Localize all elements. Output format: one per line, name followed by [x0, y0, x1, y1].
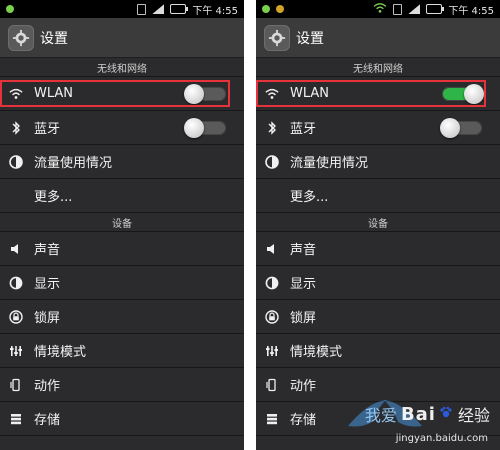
toggle-knob [184, 83, 204, 104]
section-header-wireless: 无线和网络 [256, 58, 500, 77]
settings-item-display[interactable]: 显示 [256, 266, 500, 300]
signal-icon [408, 4, 420, 14]
motion-icon [264, 377, 280, 393]
status-bar: 下午 4:55 [0, 0, 244, 18]
app-title-bar: 设置 [0, 18, 244, 58]
wlan-toggle-switch[interactable] [184, 83, 226, 104]
settings-item-label: 声音 [290, 243, 317, 258]
section-header-device: 设备 [256, 213, 500, 232]
settings-item-label: 情境模式 [290, 345, 343, 360]
settings-item-label: 流量使用情况 [290, 156, 369, 171]
section-header-wireless: 无线和网络 [0, 58, 244, 77]
section-header-device: 设备 [0, 213, 244, 232]
battery-icon [170, 4, 189, 14]
status-time: 下午 4:55 [192, 5, 238, 17]
watermark-suffix: 经验 [457, 406, 490, 425]
settings-item-scenario[interactable]: 情境模式 [0, 334, 244, 368]
settings-item-data-usage[interactable]: 流量使用情况 [0, 145, 244, 179]
settings-item-label: 显示 [34, 277, 61, 292]
notification-dot-icon [276, 5, 284, 13]
bluetooth-icon [8, 120, 24, 136]
settings-item-lockscreen[interactable]: 锁屏 [0, 300, 244, 334]
data-usage-icon [8, 154, 24, 170]
settings-item-label: 流量使用情况 [34, 156, 113, 171]
settings-item-sound[interactable]: 声音 [256, 232, 500, 266]
settings-item-wlan[interactable]: WLAN [0, 77, 244, 111]
bluetooth-toggle-switch[interactable] [440, 117, 482, 138]
storage-icon [8, 411, 24, 427]
page-title: 设置 [296, 30, 324, 47]
lock-icon [264, 309, 280, 325]
motion-icon [8, 377, 24, 393]
settings-item-motion[interactable]: 动作 [0, 368, 244, 402]
watermark-brand: Bai [400, 403, 436, 425]
storage-icon [264, 411, 280, 427]
sound-icon [264, 241, 280, 257]
settings-item-display[interactable]: 显示 [0, 266, 244, 300]
signal-icon [152, 4, 164, 14]
settings-item-label: 锁屏 [34, 311, 61, 326]
settings-screen-right: 下午 4:55 设置 无线和网络 WLAN 蓝牙 流量使用情况 更多... 设备… [256, 0, 500, 450]
settings-item-storage[interactable]: 存储 [0, 402, 244, 436]
toggle-knob [184, 117, 204, 138]
settings-item-data-usage[interactable]: 流量使用情况 [256, 145, 500, 179]
lock-icon [8, 309, 24, 325]
settings-item-more[interactable]: 更多... [0, 179, 244, 213]
settings-item-label: 存储 [34, 413, 61, 428]
settings-item-label: 情境模式 [34, 345, 87, 360]
wifi-status-icon [373, 2, 387, 16]
status-time: 下午 4:55 [448, 5, 494, 17]
settings-item-label: 更多... [34, 190, 73, 205]
watermark-cn: 我爱 [364, 406, 397, 425]
display-icon [8, 275, 24, 291]
settings-item-label: 显示 [290, 277, 317, 292]
notification-dot-icon [262, 5, 270, 13]
status-bar: 下午 4:55 [256, 0, 500, 18]
settings-item-label: 声音 [34, 243, 61, 258]
settings-item-label: 更多... [290, 190, 329, 205]
settings-item-label: WLAN [290, 86, 330, 101]
sliders-icon [8, 343, 24, 359]
settings-item-label: 蓝牙 [290, 122, 317, 137]
settings-item-bluetooth[interactable]: 蓝牙 [0, 111, 244, 145]
notification-dot-icon [6, 5, 14, 13]
settings-item-label: 蓝牙 [34, 122, 61, 137]
settings-item-sound[interactable]: 声音 [0, 232, 244, 266]
settings-gear-icon[interactable] [264, 24, 290, 51]
toggle-knob [440, 117, 460, 138]
settings-gear-icon[interactable] [8, 24, 34, 51]
settings-item-scenario[interactable]: 情境模式 [256, 334, 500, 368]
settings-screen-left: 下午 4:55 设置 无线和网络 WLAN 蓝牙 流量使用情况 更多... 设备… [0, 0, 244, 450]
toggle-knob [464, 83, 484, 104]
bluetooth-toggle-switch[interactable] [184, 117, 226, 138]
bluetooth-icon [264, 120, 280, 136]
app-title-bar: 设置 [256, 18, 500, 58]
sim-icon [137, 3, 147, 15]
settings-item-label: 锁屏 [290, 311, 317, 326]
wlan-toggle-switch[interactable] [442, 83, 484, 104]
settings-item-label: 动作 [34, 379, 61, 394]
sound-icon [8, 241, 24, 257]
display-icon [264, 275, 280, 291]
data-usage-icon [264, 154, 280, 170]
screenshot-root: 下午 4:55 设置 无线和网络 WLAN 蓝牙 流量使用情况 更多... 设备… [0, 0, 500, 450]
battery-icon [426, 4, 445, 14]
settings-item-wlan[interactable]: WLAN [256, 77, 500, 111]
wifi-icon [8, 86, 24, 102]
settings-item-label: WLAN [34, 86, 74, 101]
sim-icon [393, 3, 403, 15]
watermark-url: jingyan.baidu.com [395, 433, 488, 444]
settings-item-bluetooth[interactable]: 蓝牙 [256, 111, 500, 145]
wifi-icon [264, 86, 280, 102]
settings-item-lockscreen[interactable]: 锁屏 [256, 300, 500, 334]
sliders-icon [264, 343, 280, 359]
paw-icon [438, 404, 454, 424]
settings-item-more[interactable]: 更多... [256, 179, 500, 213]
page-title: 设置 [40, 30, 68, 47]
